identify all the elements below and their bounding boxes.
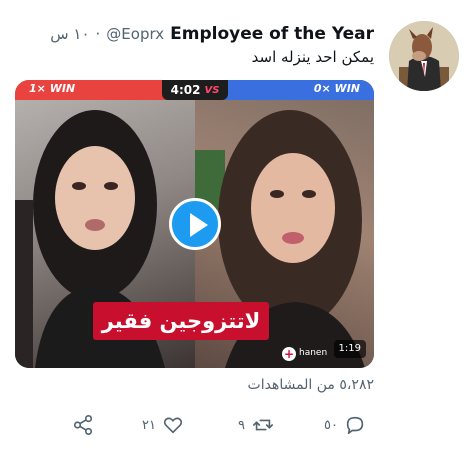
retweet-count: ٩ <box>238 417 245 433</box>
battle-timer: 4:02 VS <box>162 80 228 100</box>
avatar-image <box>389 21 459 91</box>
tweet-header: Employee of the Year @Eoprx · ١٠ س <box>50 22 374 46</box>
reply-icon <box>346 416 364 435</box>
vs-badge: VS <box>204 84 220 96</box>
video-caption: لاتتزوجين فقير <box>93 302 269 340</box>
action-bar: ٥٠ ٩ ٢١ <box>60 410 380 440</box>
reply-count: ٥٠ <box>324 417 338 433</box>
reply-button[interactable]: ٥٠ <box>324 410 366 440</box>
avatar[interactable] <box>389 21 459 91</box>
score-left: 1× WIN <box>29 82 76 95</box>
user-handle[interactable]: @Eoprx <box>106 25 164 43</box>
retweet-button[interactable]: ٩ <box>238 410 275 440</box>
share-icon <box>73 415 93 435</box>
like-icon <box>163 417 183 434</box>
view-count[interactable]: ٥،٢٨٢ من المشاهدات <box>248 377 374 393</box>
retweet-icon <box>252 419 273 431</box>
timer-text: 4:02 <box>170 83 201 97</box>
play-icon <box>190 213 208 237</box>
video-media[interactable]: 1× WIN 0× WIN 4:02 VS لاتتزوجين فقير + h… <box>15 80 374 368</box>
header-separator: · <box>95 25 101 43</box>
tweet-card: Employee of the Year @Eoprx · ١٠ س يمكن … <box>0 0 474 451</box>
like-count: ٢١ <box>142 417 156 433</box>
watermark-username: hanen <box>299 348 328 358</box>
share-button[interactable] <box>72 410 94 440</box>
tweet-time[interactable]: ١٠ س <box>50 25 89 43</box>
play-button[interactable] <box>169 198 221 250</box>
video-duration: 1:19 <box>333 340 366 358</box>
tweet-text: يمكن احد ينزله اسد <box>251 48 374 66</box>
display-name[interactable]: Employee of the Year <box>170 24 374 44</box>
follow-plus-icon: + <box>282 347 296 361</box>
score-right: 0× WIN <box>313 82 360 95</box>
like-button[interactable]: ٢١ <box>142 410 184 440</box>
